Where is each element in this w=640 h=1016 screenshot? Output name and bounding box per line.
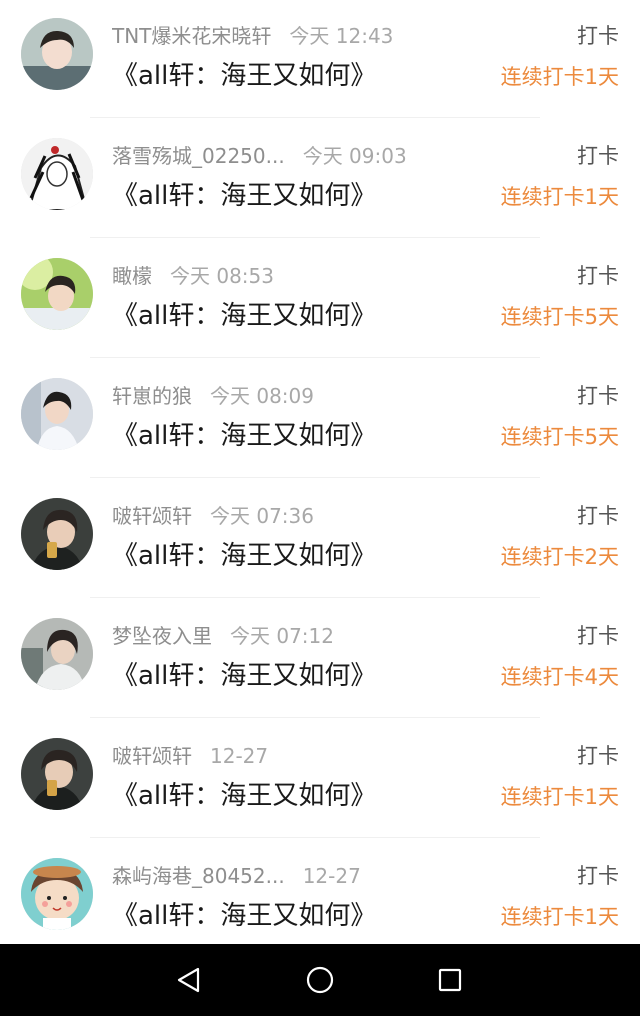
- post-time: 今天 12:43: [289, 24, 394, 48]
- checkin-label: 打卡: [577, 864, 619, 888]
- person-photo-icon: [21, 738, 93, 810]
- home-circle-icon: [306, 966, 334, 994]
- book-title[interactable]: 《all轩：海王又如何》: [112, 537, 376, 575]
- avatar[interactable]: [21, 498, 93, 570]
- user-name[interactable]: 森屿海巷_80452...: [112, 861, 285, 891]
- avatar[interactable]: [21, 18, 93, 90]
- checkin-label: 打卡: [577, 504, 619, 528]
- book-title[interactable]: 《all轩：海王又如何》: [112, 417, 376, 455]
- recents-button[interactable]: [430, 960, 470, 1000]
- checkin-label: 打卡: [577, 264, 619, 288]
- anime-sketch-icon: [21, 138, 93, 210]
- user-name[interactable]: 轩崽的狼: [112, 381, 192, 411]
- list-item[interactable]: 瞰檬 今天 08:53 《all轩：海王又如何》 打卡 连续打卡5天: [0, 240, 640, 360]
- streak-badge: 连续打卡1天: [500, 65, 619, 89]
- back-button[interactable]: [169, 960, 209, 1000]
- post-time: 12-27: [302, 864, 361, 888]
- checkin-label: 打卡: [577, 384, 619, 408]
- list-item[interactable]: 啵轩颂轩 12-27 《all轩：海王又如何》 打卡 连续打卡1天: [0, 720, 640, 840]
- avatar[interactable]: [21, 258, 93, 330]
- recents-square-icon: [438, 968, 462, 992]
- streak-badge: 连续打卡2天: [500, 545, 619, 569]
- person-photo-icon: [21, 378, 93, 450]
- streak-badge: 连续打卡1天: [500, 785, 619, 809]
- system-navigation-bar: [0, 944, 640, 1016]
- user-name[interactable]: 梦坠夜入里: [112, 621, 212, 651]
- checkin-feed[interactable]: TNT爆米花宋晓轩 今天 12:43 《all轩：海王又如何》 打卡 连续打卡1天…: [0, 0, 640, 944]
- avatar[interactable]: [21, 378, 93, 450]
- list-item[interactable]: 啵轩颂轩 今天 07:36 《all轩：海王又如何》 打卡 连续打卡2天: [0, 480, 640, 600]
- user-name[interactable]: 落雪殇城_02250...: [112, 141, 285, 171]
- divider: [90, 597, 540, 598]
- divider: [90, 477, 540, 478]
- person-photo-icon: [21, 258, 93, 330]
- post-time: 今天 08:09: [210, 384, 314, 408]
- post-time: 今天 08:53: [170, 264, 274, 288]
- streak-badge: 连续打卡4天: [500, 665, 619, 689]
- list-item[interactable]: 梦坠夜入里 今天 07:12 《all轩：海王又如何》 打卡 连续打卡4天: [0, 600, 640, 720]
- checkin-label: 打卡: [577, 144, 619, 168]
- streak-badge: 连续打卡5天: [500, 305, 619, 329]
- list-item[interactable]: 落雪殇城_02250... 今天 09:03 《all轩：海王又如何》 打卡 连续…: [0, 120, 640, 240]
- person-photo-icon: [21, 498, 93, 570]
- divider: [90, 717, 540, 718]
- divider: [90, 357, 540, 358]
- avatar[interactable]: [21, 738, 93, 810]
- book-title[interactable]: 《all轩：海王又如何》: [112, 657, 376, 695]
- avatar[interactable]: [21, 138, 93, 210]
- user-name[interactable]: 啵轩颂轩: [112, 501, 192, 531]
- streak-badge: 连续打卡1天: [500, 905, 619, 929]
- checkin-label: 打卡: [577, 744, 619, 768]
- book-title[interactable]: 《all轩：海王又如何》: [112, 177, 376, 215]
- list-item[interactable]: 森屿海巷_80452... 12-27 《all轩：海王又如何》 打卡 连续打卡1…: [0, 840, 640, 944]
- post-time: 12-27: [210, 744, 269, 768]
- post-time: 今天 07:36: [210, 504, 314, 528]
- back-triangle-icon: [177, 967, 200, 993]
- book-title[interactable]: 《all轩：海王又如何》: [112, 297, 376, 335]
- divider: [90, 237, 540, 238]
- avatar[interactable]: [21, 618, 93, 690]
- streak-badge: 连续打卡5天: [500, 425, 619, 449]
- person-photo-icon: [21, 618, 93, 690]
- book-title[interactable]: 《all轩：海王又如何》: [112, 897, 376, 935]
- list-item[interactable]: TNT爆米花宋晓轩 今天 12:43 《all轩：海王又如何》 打卡 连续打卡1天: [0, 0, 640, 120]
- avatar[interactable]: [21, 858, 93, 930]
- divider: [90, 837, 540, 838]
- checkin-label: 打卡: [577, 624, 619, 648]
- post-time: 今天 07:12: [230, 624, 334, 648]
- user-name[interactable]: TNT爆米花宋晓轩: [112, 21, 271, 51]
- divider: [90, 117, 540, 118]
- home-button[interactable]: [300, 960, 340, 1000]
- streak-badge: 连续打卡1天: [500, 185, 619, 209]
- checkin-label: 打卡: [577, 24, 619, 48]
- user-name[interactable]: 瞰檬: [112, 261, 152, 291]
- cartoon-girl-icon: [21, 858, 93, 930]
- book-title[interactable]: 《all轩：海王又如何》: [112, 777, 376, 815]
- book-title[interactable]: 《all轩：海王又如何》: [112, 57, 376, 95]
- list-item[interactable]: 轩崽的狼 今天 08:09 《all轩：海王又如何》 打卡 连续打卡5天: [0, 360, 640, 480]
- post-time: 今天 09:03: [302, 144, 407, 168]
- person-photo-icon: [21, 18, 93, 90]
- user-name[interactable]: 啵轩颂轩: [112, 741, 192, 771]
